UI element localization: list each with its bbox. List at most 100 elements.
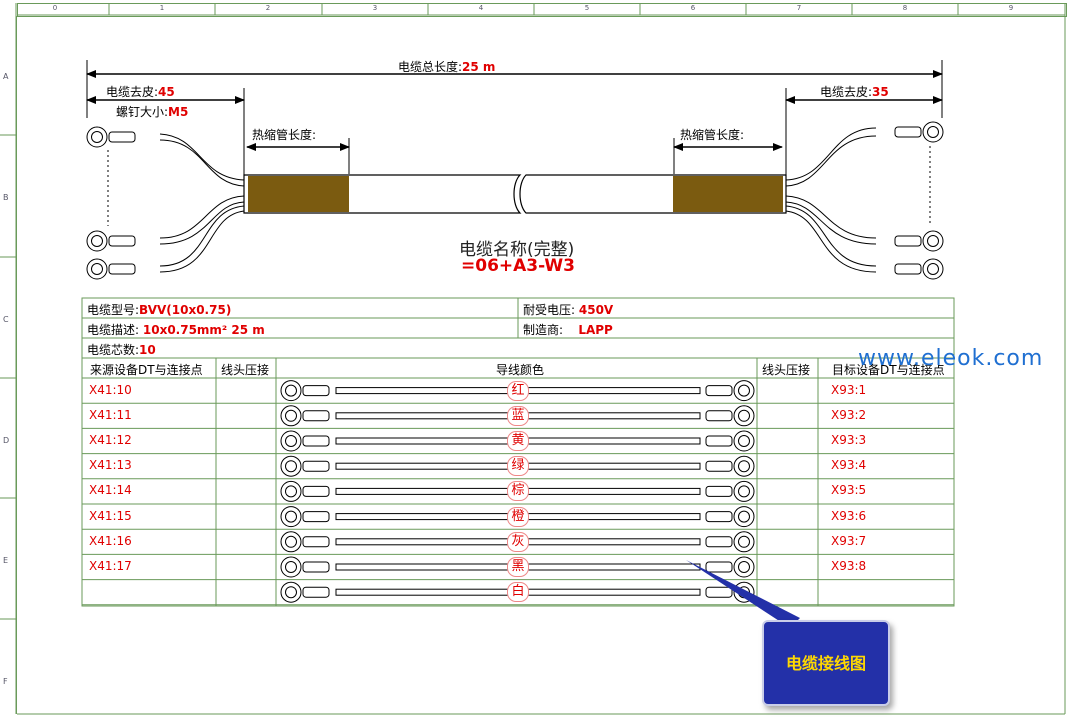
terminal-hole <box>738 460 750 473</box>
terminal-hole <box>91 235 103 247</box>
header-crimp-left: 线头压接 <box>221 363 270 377</box>
target-point: X93:7 <box>831 533 867 548</box>
crimp-sleeve <box>108 235 136 247</box>
terminal-hole <box>91 131 103 143</box>
crimp-sleeve <box>302 410 330 422</box>
crimp-sleeve <box>705 561 733 573</box>
target-point: X93:1 <box>831 382 867 397</box>
terminal-hole <box>91 263 103 275</box>
terminal-hole <box>285 485 297 498</box>
crimp-sleeve <box>302 511 330 523</box>
cable-type: 电缆型号:BVV(10x0.75) <box>87 303 232 317</box>
crimp-sleeve <box>705 435 733 447</box>
cable-voltage: 耐受电压: 450V <box>523 303 614 317</box>
terminal-hole <box>285 535 297 548</box>
wire-color-label: 绿 <box>507 456 529 477</box>
terminal-hole <box>285 435 297 447</box>
terminal-hole <box>927 126 939 138</box>
left-wire-fanout <box>107 133 245 273</box>
crimp-sleeve <box>894 235 922 247</box>
target-point: X93:2 <box>831 407 867 422</box>
terminal-hole <box>927 263 939 275</box>
source-point: X41:10 <box>89 382 132 397</box>
cable-name-value: =06+A3-W3 <box>461 256 576 276</box>
screw-size-label: 螺钉大小:M5 <box>116 105 189 119</box>
wire-color-label: 橙 <box>507 506 529 527</box>
heatshrink-left-label: 热缩管长度: <box>252 128 317 142</box>
source-point: X41:14 <box>89 483 132 498</box>
terminal-hole <box>285 409 297 422</box>
wire-color-label: 蓝 <box>507 405 529 426</box>
target-point: X93:8 <box>831 559 867 573</box>
terminal-hole <box>738 535 750 548</box>
target-point: X93:4 <box>831 458 867 473</box>
header-wire-color: 导线颜色 <box>496 363 545 377</box>
source-point: X41:11 <box>89 407 132 422</box>
callout-text: 电缆接线图 <box>785 654 866 673</box>
wire-color-label: 黄 <box>507 431 529 451</box>
right-wire-fanout <box>785 127 931 273</box>
crimp-sleeve <box>705 410 733 422</box>
terminal-hole <box>738 435 750 447</box>
source-point: X41:15 <box>89 508 132 523</box>
target-point: X93:6 <box>831 508 867 523</box>
strip-right-label: 电缆去皮:35 <box>820 85 889 99</box>
crimp-sleeve <box>705 460 733 472</box>
crimp-sleeve <box>705 511 733 523</box>
crimp-sleeve <box>302 435 330 447</box>
terminal-hole <box>738 561 750 573</box>
terminal-hole <box>285 384 297 397</box>
crimp-sleeve <box>894 263 922 275</box>
crimp-sleeve <box>705 536 733 548</box>
wire-color-label: 棕 <box>507 481 529 502</box>
terminal-hole <box>927 235 939 247</box>
heatshrink-right <box>673 176 783 212</box>
watermark: www.eleok.com <box>858 346 1044 371</box>
cable-maker: 制造商: LAPP <box>523 323 613 337</box>
target-point: X93:5 <box>831 483 867 498</box>
crimp-sleeve <box>705 586 733 598</box>
terminal-hole <box>285 586 297 599</box>
wire-color-label: 白 <box>507 582 529 603</box>
terminal-hole <box>285 510 297 523</box>
crimp-sleeve <box>302 385 330 397</box>
wire-color-label: 灰 <box>507 531 529 552</box>
strip-left-label: 电缆去皮:45 <box>106 85 175 99</box>
heatshrink-right-label: 热缩管长度: <box>680 128 745 142</box>
terminal-hole <box>738 485 750 498</box>
callout-box: 电缆接线图 <box>762 620 890 706</box>
source-point: X41:16 <box>89 533 132 548</box>
crimp-sleeve <box>705 485 733 497</box>
terminal-hole <box>738 510 750 523</box>
total-length-label: 电缆总长度:25 m <box>398 60 496 74</box>
heatshrink-left <box>248 176 349 212</box>
terminal-hole <box>285 460 297 473</box>
target-point: X93:3 <box>831 433 867 447</box>
source-point: X41:13 <box>89 458 132 473</box>
total-length-dimension <box>86 60 943 118</box>
cable-cores: 电缆芯数:10 <box>87 343 156 357</box>
header-crimp-right: 线头压接 <box>762 363 811 377</box>
cable-description: 电缆描述: 10x0.75mm² 25 m <box>87 323 265 337</box>
heatshrink-left-dimension <box>246 138 350 174</box>
crimp-sleeve <box>302 460 330 472</box>
crimp-sleeve <box>894 126 922 138</box>
crimp-sleeve <box>302 561 330 573</box>
strip-left-dimension <box>86 88 245 175</box>
drawing-sheet: 0123456789 ABCDEF 电缆总长度:25 m 电缆去皮:45 螺钉大… <box>0 0 1068 717</box>
terminal-hole <box>738 384 750 397</box>
heatshrink-right-dimension <box>673 138 783 174</box>
crimp-sleeve <box>108 131 136 143</box>
wire-color-label: 红 <box>507 380 529 401</box>
terminal-hole <box>285 561 297 573</box>
crimp-sleeve <box>302 586 330 598</box>
crimp-sleeve <box>302 485 330 497</box>
source-point: X41:12 <box>89 433 132 447</box>
source-point: X41:17 <box>89 559 132 573</box>
header-source: 来源设备DT与连接点 <box>90 363 203 377</box>
crimp-sleeve <box>705 385 733 397</box>
terminal-hole <box>738 409 750 422</box>
crimp-sleeve <box>302 536 330 548</box>
wire-color-label: 黑 <box>507 557 529 577</box>
crimp-sleeve <box>108 263 136 275</box>
